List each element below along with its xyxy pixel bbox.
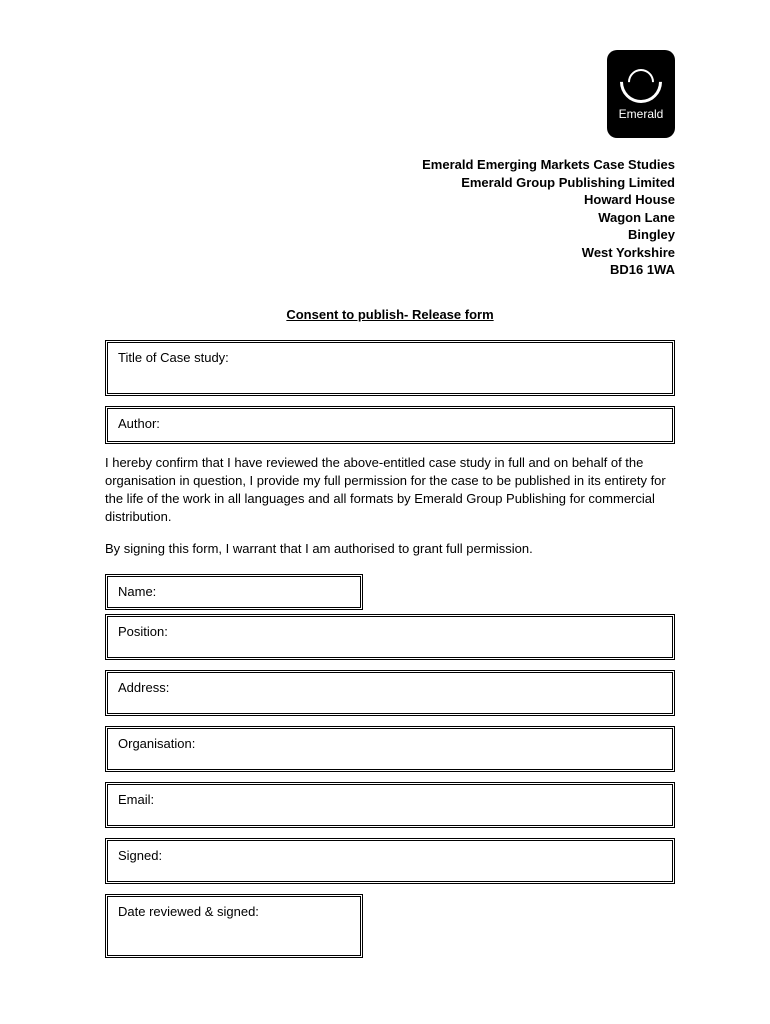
- author-label: Author:: [118, 416, 160, 431]
- email-label: Email:: [118, 792, 154, 807]
- name-label: Name:: [118, 584, 156, 599]
- publisher-address: Emerald Emerging Markets Case Studies Em…: [105, 156, 675, 279]
- date-label: Date reviewed & signed:: [118, 904, 259, 919]
- organisation-label: Organisation:: [118, 736, 195, 751]
- date-field[interactable]: Date reviewed & signed:: [105, 894, 363, 958]
- address-line: Emerald Emerging Markets Case Studies: [105, 156, 675, 174]
- consent-paragraph-1: I hereby confirm that I have reviewed th…: [105, 454, 675, 526]
- emerald-logo: Emerald: [607, 50, 675, 138]
- position-field[interactable]: Position:: [105, 614, 675, 660]
- name-field[interactable]: Name:: [105, 574, 363, 610]
- address-field[interactable]: Address:: [105, 670, 675, 716]
- signed-label: Signed:: [118, 848, 162, 863]
- author-field[interactable]: Author:: [105, 406, 675, 444]
- logo-container: Emerald: [105, 50, 675, 138]
- form-title: Consent to publish- Release form: [105, 307, 675, 322]
- address-line: West Yorkshire: [105, 244, 675, 262]
- logo-text: Emerald: [619, 107, 664, 121]
- address-line: Wagon Lane: [105, 209, 675, 227]
- title-field[interactable]: Title of Case study:: [105, 340, 675, 396]
- organisation-field[interactable]: Organisation:: [105, 726, 675, 772]
- swirl-icon: [620, 61, 662, 103]
- address-line: Howard House: [105, 191, 675, 209]
- address-line: Emerald Group Publishing Limited: [105, 174, 675, 192]
- title-label: Title of Case study:: [118, 350, 229, 365]
- consent-paragraph-2: By signing this form, I warrant that I a…: [105, 540, 675, 558]
- address-line: BD16 1WA: [105, 261, 675, 279]
- email-field[interactable]: Email:: [105, 782, 675, 828]
- position-label: Position:: [118, 624, 168, 639]
- address-label-field: Address:: [118, 680, 169, 695]
- signed-field[interactable]: Signed:: [105, 838, 675, 884]
- address-line: Bingley: [105, 226, 675, 244]
